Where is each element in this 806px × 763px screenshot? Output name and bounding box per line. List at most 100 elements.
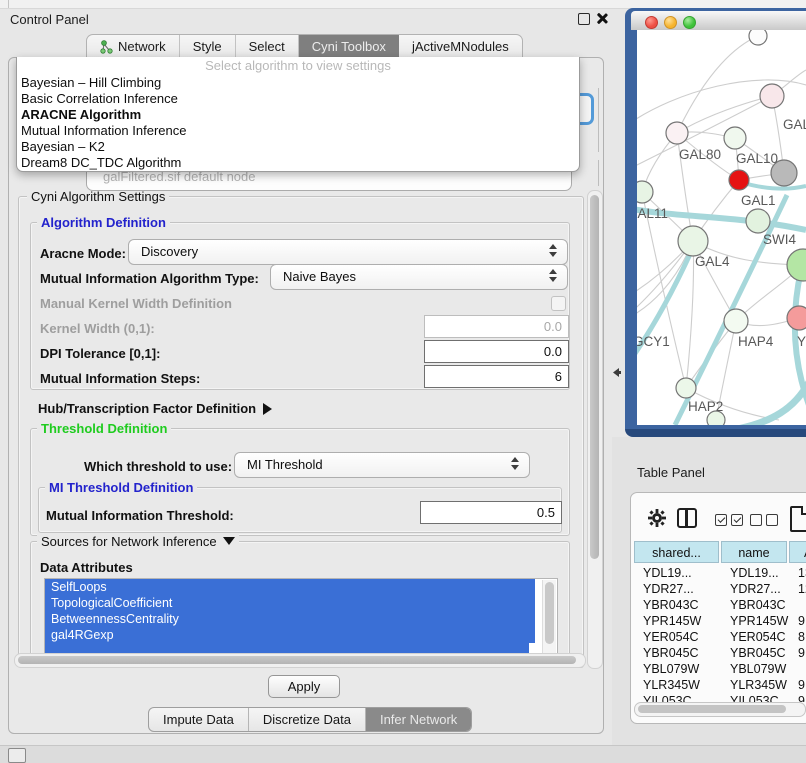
network-window-titlebar[interactable] [631, 11, 806, 30]
dpi-tolerance-field[interactable] [424, 340, 569, 363]
node-label: GCY1 [637, 334, 670, 349]
tab-cyni-toolbox[interactable]: Cyni Toolbox [299, 35, 399, 58]
dropdown-item[interactable]: Basic Correlation Inference [17, 91, 579, 107]
node-hap4[interactable] [724, 309, 748, 333]
column-header-shared[interactable]: shared... [634, 541, 719, 563]
tab-infer-network[interactable]: Infer Network [366, 708, 471, 731]
node-label: GAL1 [741, 193, 776, 208]
dropdown-item-aracne[interactable]: ARACNE Algorithm [17, 107, 579, 123]
node-gal80[interactable] [666, 122, 688, 144]
manual-kernel-checkbox[interactable] [551, 296, 566, 311]
mi-steps-label: Mutual Information Steps: [40, 371, 200, 386]
list-item-partial [45, 643, 529, 653]
column-header-partial[interactable]: A [789, 541, 806, 563]
control-panel-tabbar: Network Style Select Cyni Toolbox jActiv… [86, 34, 523, 58]
table-row-partial[interactable]: YIL053CYIL053C9. [634, 693, 806, 702]
tab-style[interactable]: Style [180, 35, 236, 58]
table-row[interactable]: YPR145WYPR145W9. [634, 613, 806, 629]
tab-network-label: Network [118, 39, 166, 54]
dropdown-item[interactable]: Bayesian – Hill Climbing [17, 75, 579, 91]
hub-definition-toggle[interactable]: Hub/Transcription Factor Definition [38, 401, 272, 416]
threshold-definition-title: Threshold Definition [37, 421, 171, 436]
collapse-down-icon [223, 537, 235, 545]
list-item[interactable]: SelfLoops [45, 579, 535, 595]
tab-impute-data[interactable]: Impute Data [149, 708, 249, 731]
tab-jactivemnodules[interactable]: jActiveMNodules [399, 35, 522, 58]
tab-select[interactable]: Select [236, 35, 299, 58]
dropdown-item[interactable]: Dream8 DC_TDC Algorithm [17, 155, 579, 171]
close-icon[interactable] [595, 12, 608, 25]
data-attributes-list[interactable]: SelfLoops TopologicalCoefficient Between… [44, 578, 558, 656]
scrollbar-thumb[interactable] [545, 582, 554, 644]
settings-horizontal-scrollbar[interactable] [14, 653, 586, 668]
scrollbar-thumb[interactable] [638, 705, 786, 713]
algorithm-definition-title: Algorithm Definition [37, 215, 170, 230]
settings-group-title: Cyni Algorithm Settings [27, 189, 169, 204]
node-gal-partial[interactable] [760, 84, 784, 108]
settings-vertical-scrollbar[interactable] [587, 190, 603, 669]
node[interactable] [749, 30, 767, 45]
dropdown-item[interactable]: Bayesian – K2 [17, 139, 579, 155]
network-window: GAL GAL80 GAL10 GAL1 GAL11 SWI4 GAL4 GCY… [625, 8, 806, 429]
column-header-name[interactable]: name [721, 541, 787, 563]
node-hap2[interactable] [676, 378, 696, 398]
table-row[interactable]: YDL19...YDL19...13 [634, 565, 806, 581]
function-builder-icon[interactable] [790, 506, 806, 532]
table-row[interactable]: YBR045CYBR045C9. [634, 645, 806, 661]
float-panel-icon[interactable] [578, 13, 590, 25]
minimize-traffic-light-icon[interactable] [664, 16, 677, 29]
node-gal10[interactable] [724, 127, 746, 149]
which-threshold-label: Which threshold to use: [84, 459, 232, 474]
control-panel-title: Control Panel [10, 12, 89, 27]
tab-discretize-data[interactable]: Discretize Data [249, 708, 366, 731]
scrollbar-thumb[interactable] [590, 195, 599, 559]
dropdown-item[interactable]: Mutual Information Inference [17, 123, 579, 139]
table-row[interactable]: YDR27...YDR27...12 [634, 581, 806, 597]
kernel-width-field[interactable] [424, 315, 569, 338]
node-gal4[interactable] [678, 226, 708, 256]
table-panel: shared... name A YDL19...YDL19...13 YDR2… [630, 492, 806, 724]
zoom-traffic-light-icon[interactable] [683, 16, 696, 29]
mi-type-combobox[interactable]: Naive Bayes [270, 264, 568, 290]
table-row[interactable]: YLR345WYLR345W9. [634, 677, 806, 693]
node-gal1[interactable] [729, 170, 749, 190]
dock-panel-icon[interactable] [8, 748, 26, 763]
gear-icon[interactable] [648, 509, 666, 527]
deselect-all-icon[interactable] [750, 514, 778, 526]
aracne-mode-label: Aracne Mode: [40, 246, 126, 261]
table-row[interactable]: YBR043CYBR043C [634, 597, 806, 613]
network-canvas[interactable]: GAL GAL80 GAL10 GAL1 GAL11 SWI4 GAL4 GCY… [637, 30, 806, 425]
list-item[interactable]: TopologicalCoefficient [45, 595, 535, 611]
which-threshold-combobox[interactable]: MI Threshold [234, 452, 530, 478]
show-columns-icon[interactable] [677, 508, 697, 528]
mi-type-label: Mutual Information Algorithm Type: [40, 271, 259, 286]
mi-steps-field[interactable] [424, 365, 569, 388]
network-window-shadow [625, 429, 806, 437]
mi-threshold-field[interactable] [420, 501, 562, 524]
node-swi4[interactable] [746, 209, 770, 233]
node-gal11[interactable] [637, 181, 653, 203]
aracne-mode-combobox[interactable]: Discovery [128, 239, 568, 265]
table-row[interactable]: YBL079WYBL079W [634, 661, 806, 677]
expand-right-icon [263, 403, 272, 415]
group-edge-sliver [598, 160, 599, 186]
scrollbar-thumb[interactable] [18, 656, 576, 664]
sources-title[interactable]: Sources for Network Inference [37, 534, 239, 549]
table-row[interactable]: YER054CYER054C8. [634, 629, 806, 645]
top-strip-divider [8, 0, 9, 8]
list-vertical-scrollbar[interactable] [542, 580, 556, 653]
manual-kernel-label: Manual Kernel Width Definition [40, 296, 232, 311]
table-horizontal-scrollbar[interactable] [634, 702, 806, 717]
list-item[interactable]: BetweennessCentrality [45, 611, 535, 627]
app-root: { "colors": { "selection_blue": "#3a6fd6… [0, 0, 806, 762]
apply-button[interactable]: Apply [268, 675, 340, 698]
list-item[interactable]: gal4RGexp [45, 627, 535, 643]
node-label: GAL80 [679, 147, 721, 162]
combo-arrows-icon [549, 244, 557, 257]
select-all-icon[interactable] [715, 514, 743, 526]
data-attributes-label: Data Attributes [40, 560, 133, 575]
node-salmon[interactable] [787, 306, 806, 330]
tab-network[interactable]: Network [87, 35, 180, 58]
dpi-tolerance-label: DPI Tolerance [0,1]: [40, 346, 160, 361]
close-traffic-light-icon[interactable] [645, 16, 658, 29]
